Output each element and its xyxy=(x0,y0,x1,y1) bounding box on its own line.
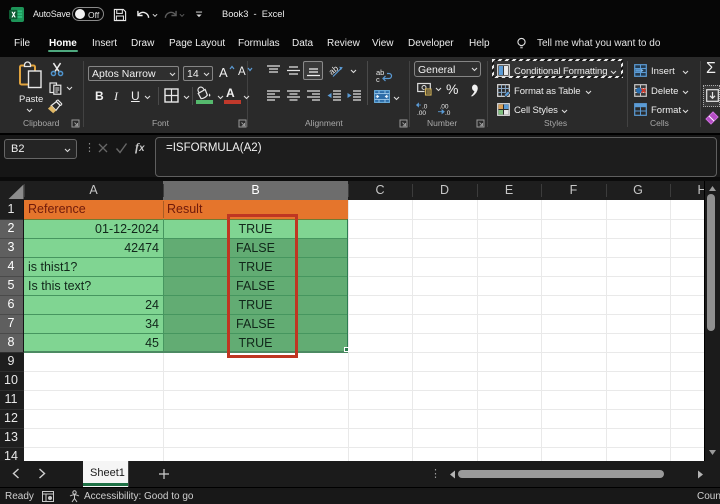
svg-text:.0: .0 xyxy=(445,110,451,117)
svg-text:ab: ab xyxy=(327,63,341,77)
svg-text:c: c xyxy=(376,75,380,84)
svg-text:.00: .00 xyxy=(417,110,426,117)
